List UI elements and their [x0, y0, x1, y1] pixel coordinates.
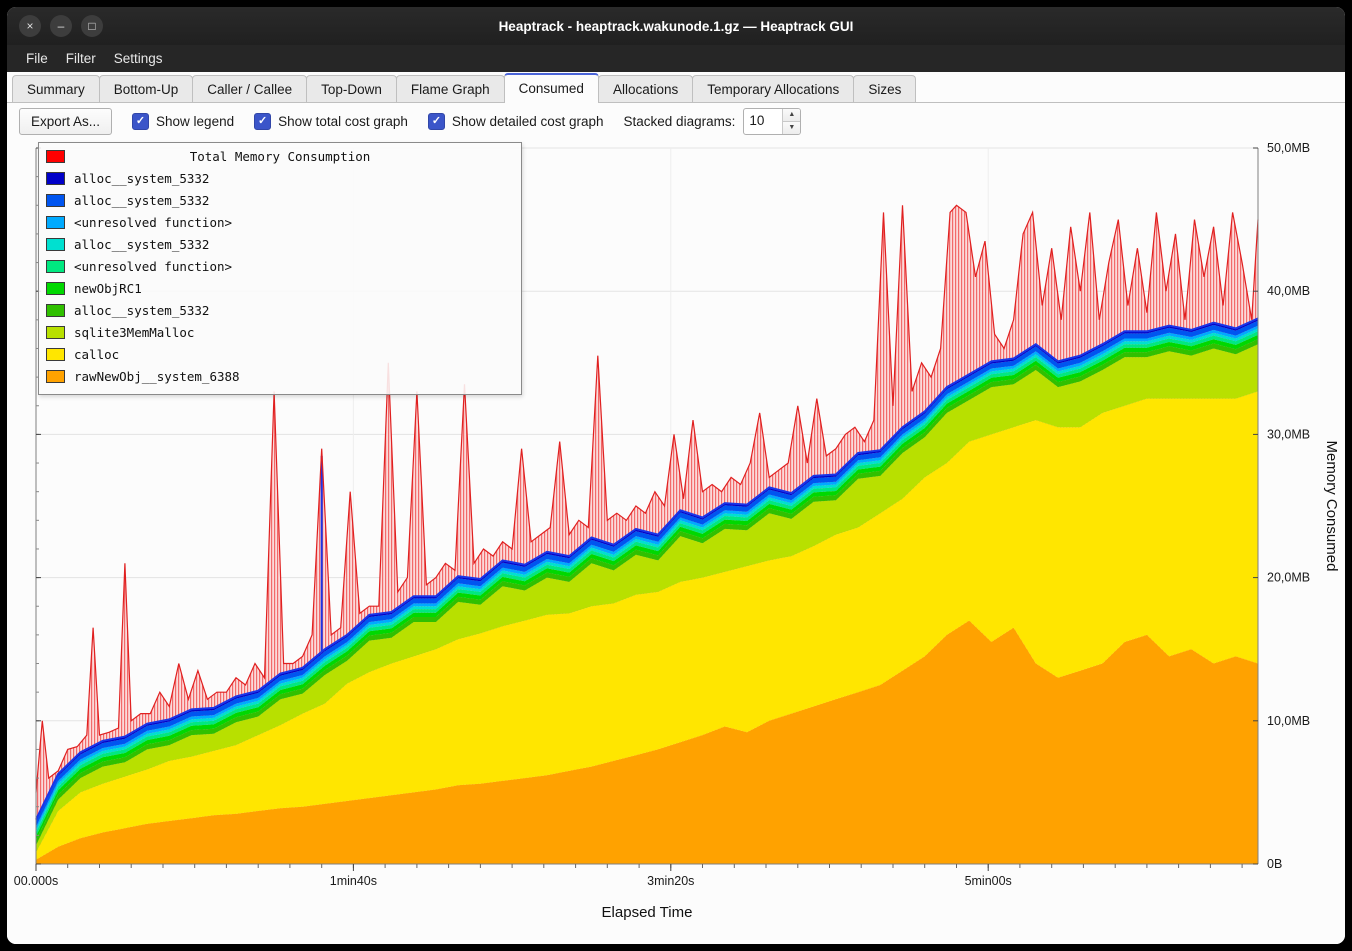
toolbar: Export As... ✓ Show legend ✓ Show total cos…: [7, 103, 1345, 139]
chart-legend: Total Memory Consumption alloc__system_5…: [38, 142, 522, 395]
legend-label: <unresolved function>: [74, 215, 232, 230]
legend-swatch: [46, 194, 65, 207]
legend-swatch: [46, 304, 65, 317]
legend-label: alloc__system_5332: [74, 237, 209, 252]
stacked-diagrams-value[interactable]: 10: [744, 109, 782, 134]
legend-label: alloc__system_5332: [74, 171, 209, 186]
legend-item: calloc: [46, 343, 514, 365]
legend-swatch: [46, 216, 65, 229]
app-window: ×–□ Heaptrack - heaptrack.wakunode.1.gz …: [7, 7, 1345, 944]
legend-swatch: [46, 282, 65, 295]
minimize-button[interactable]: –: [50, 15, 72, 37]
legend-label: rawNewObj__system_6388: [74, 369, 240, 384]
spinbox-down-icon[interactable]: ▼: [783, 121, 800, 134]
legend-item: <unresolved function>: [46, 255, 514, 277]
y-tick-label: 0B: [1267, 857, 1282, 871]
tab-caller-callee[interactable]: Caller / Callee: [192, 75, 307, 102]
memory-consumption-chart[interactable]: Total Memory Consumption alloc__system_5…: [7, 139, 1345, 944]
legend-item: alloc__system_5332: [46, 167, 514, 189]
tab-temporary-allocations[interactable]: Temporary Allocations: [692, 75, 854, 102]
legend-item: sqlite3MemMalloc: [46, 321, 514, 343]
stacked-diagrams-label: Stacked diagrams:: [624, 114, 736, 129]
legend-swatch: [46, 370, 65, 383]
legend-label: calloc: [74, 347, 119, 362]
legend-swatch: [46, 348, 65, 361]
checkbox-label: Show detailed cost graph: [452, 114, 604, 129]
tab-consumed[interactable]: Consumed: [504, 73, 599, 103]
legend-item: newObjRC1: [46, 277, 514, 299]
x-tick-label: 1min40s: [330, 874, 377, 888]
checkbox-show-total-cost-graph[interactable]: ✓ Show total cost graph: [254, 113, 408, 130]
close-button[interactable]: ×: [19, 15, 41, 37]
menubar: FileFilterSettings: [7, 45, 1345, 72]
legend-swatch: [46, 326, 65, 339]
y-tick-label: 10,0MB: [1267, 714, 1310, 728]
y-tick-label: 50,0MB: [1267, 141, 1310, 155]
export-as-button[interactable]: Export As...: [19, 108, 112, 135]
window-title: Heaptrack - heaptrack.wakunode.1.gz — He…: [7, 19, 1345, 34]
tabbar: SummaryBottom-UpCaller / CalleeTop-DownF…: [7, 72, 1345, 103]
checkbox-label: Show legend: [156, 114, 234, 129]
legend-label: <unresolved function>: [74, 259, 232, 274]
tab-flame-graph[interactable]: Flame Graph: [396, 75, 505, 102]
spinbox-up-icon[interactable]: ▲: [783, 109, 800, 121]
legend-item: <unresolved function>: [46, 211, 514, 233]
checkbox-check-icon[interactable]: ✓: [254, 113, 271, 130]
legend-item: alloc__system_5332: [46, 299, 514, 321]
titlebar: ×–□ Heaptrack - heaptrack.wakunode.1.gz …: [7, 7, 1345, 45]
legend-item: alloc__system_5332: [46, 233, 514, 255]
checkbox-show-legend[interactable]: ✓ Show legend: [132, 113, 234, 130]
legend-label: alloc__system_5332: [74, 193, 209, 208]
tab-allocations[interactable]: Allocations: [598, 75, 693, 102]
y-axis-title: Memory Consumed: [1323, 441, 1338, 572]
x-tick-label: 3min20s: [647, 874, 694, 888]
checkbox-label: Show total cost graph: [278, 114, 408, 129]
x-axis-title: Elapsed Time: [602, 904, 693, 921]
legend-swatch: [46, 172, 65, 185]
legend-item: alloc__system_5332: [46, 189, 514, 211]
x-tick-label: 5min00s: [965, 874, 1012, 888]
legend-label: alloc__system_5332: [74, 303, 209, 318]
legend-title: Total Memory Consumption: [46, 149, 514, 164]
checkbox-check-icon[interactable]: ✓: [428, 113, 445, 130]
checkbox-show-detailed-cost-graph[interactable]: ✓ Show detailed cost graph: [428, 113, 604, 130]
tab-sizes[interactable]: Sizes: [853, 75, 916, 102]
legend-swatch: [46, 260, 65, 273]
legend-label: newObjRC1: [74, 281, 142, 296]
toolbar-checkboxes: ✓ Show legend ✓ Show total cost graph ✓ Show …: [132, 113, 604, 130]
menu-filter[interactable]: Filter: [57, 47, 105, 70]
stacked-diagrams-spinbox[interactable]: 10 ▲ ▼: [743, 108, 801, 135]
menu-settings[interactable]: Settings: [105, 47, 172, 70]
tab-top-down[interactable]: Top-Down: [306, 75, 397, 102]
tab-bottom-up[interactable]: Bottom-Up: [99, 75, 194, 102]
y-tick-label: 40,0MB: [1267, 284, 1310, 298]
maximize-button[interactable]: □: [81, 15, 103, 37]
legend-swatch: [46, 238, 65, 251]
legend-label: sqlite3MemMalloc: [74, 325, 194, 340]
tab-summary[interactable]: Summary: [12, 75, 100, 102]
legend-total-swatch: [46, 150, 65, 163]
checkbox-check-icon[interactable]: ✓: [132, 113, 149, 130]
y-tick-label: 30,0MB: [1267, 427, 1310, 441]
y-tick-label: 20,0MB: [1267, 571, 1310, 585]
window-controls: ×–□: [7, 15, 103, 37]
legend-item: rawNewObj__system_6388: [46, 365, 514, 387]
menu-file[interactable]: File: [17, 47, 57, 70]
x-tick-label: 00.000s: [14, 874, 58, 888]
